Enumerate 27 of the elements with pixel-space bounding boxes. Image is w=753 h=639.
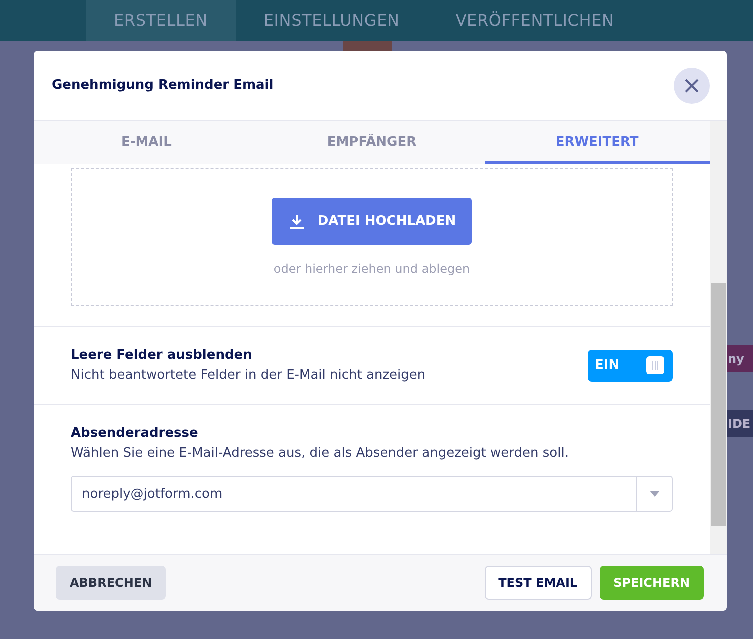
scrollbar[interactable] xyxy=(710,121,727,554)
setting-description: Wählen Sie eine E-Mail-Adresse aus, die als Absender angezeigt werden soll. xyxy=(71,446,570,461)
setting-title: Absenderadresse xyxy=(71,426,200,441)
caret-icon xyxy=(650,491,660,497)
setting-description: Nicht beantwortete Felder in der E-Mail nicht anzeigen xyxy=(71,368,427,383)
cancel-button[interactable]: ABBRECHEN xyxy=(56,566,166,600)
nav-tab[interactable]: EINSTELLUNGEN xyxy=(236,0,428,41)
nav-tab[interactable]: ERSTELLEN xyxy=(86,0,236,41)
download-icon xyxy=(290,214,304,228)
drop-hint: oder hierher ziehen und ablegen xyxy=(274,262,470,276)
accent-bar xyxy=(343,41,392,51)
sender-select[interactable]: noreply@jotform.com xyxy=(71,476,673,512)
toggle-knob-icon xyxy=(646,356,665,375)
tag: IDE xyxy=(727,410,753,437)
test-email-button[interactable]: TEST EMAIL xyxy=(484,566,592,600)
drop-zone[interactable]: DATEI HOCHLADEN oder hierher ziehen und ablegen xyxy=(71,168,673,306)
setting-title: Leere Felder ausblenden xyxy=(71,348,254,363)
tag: ny xyxy=(727,345,753,372)
close-icon xyxy=(684,78,700,94)
tab[interactable]: E-MAIL xyxy=(34,121,260,164)
save-button[interactable]: SPEICHERN xyxy=(600,566,704,600)
close-button[interactable] xyxy=(674,68,710,104)
toggle-switch[interactable]: EIN xyxy=(588,350,673,382)
tab[interactable]: EMPFÄNGER xyxy=(259,121,485,164)
upload-button[interactable]: DATEI HOCHLADEN xyxy=(272,198,472,245)
dialog-title: Genehmigung Reminder Email xyxy=(52,78,274,93)
nav-tab[interactable]: VERÖFFENTLICHEN xyxy=(428,0,642,41)
